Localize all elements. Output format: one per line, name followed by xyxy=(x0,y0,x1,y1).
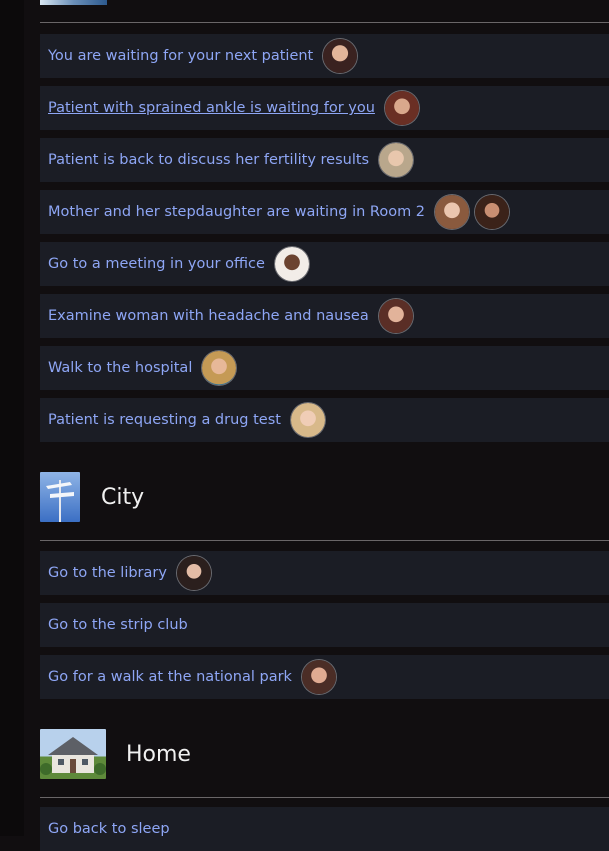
character-avatar xyxy=(290,403,325,437)
section-divider xyxy=(40,22,609,23)
section-divider xyxy=(40,540,609,541)
action-label[interactable]: Go to the strip club xyxy=(48,617,188,633)
section-divider xyxy=(40,797,609,798)
city-thumbnail xyxy=(40,472,80,522)
action-row[interactable]: Patient with sprained ankle is waiting f… xyxy=(40,86,609,130)
character-avatar xyxy=(378,299,413,333)
action-row[interactable]: Examine woman with headache and nausea xyxy=(40,294,609,338)
action-label[interactable]: Patient with sprained ankle is waiting f… xyxy=(48,100,375,116)
left-sidebar-strip xyxy=(0,0,24,836)
section-title: Home xyxy=(126,741,191,767)
action-row[interactable]: Go back to sleep xyxy=(40,807,609,851)
action-row[interactable]: Go for a walk at the national park xyxy=(40,655,609,699)
character-avatar xyxy=(384,91,419,125)
section-header-home: Home xyxy=(40,729,191,779)
character-avatar xyxy=(475,195,510,229)
action-label[interactable]: Go to the library xyxy=(48,565,167,581)
character-avatar xyxy=(274,247,309,281)
character-avatar xyxy=(323,39,358,73)
home-thumbnail xyxy=(40,729,106,779)
action-row[interactable]: Patient is back to discuss her fertility… xyxy=(40,138,609,182)
action-label[interactable]: Go for a walk at the national park xyxy=(48,669,292,685)
action-row[interactable]: Mother and her stepdaughter are waiting … xyxy=(40,190,609,234)
section-header-city: City xyxy=(40,472,144,522)
action-label[interactable]: Patient is requesting a drug test xyxy=(48,412,281,428)
section-title: City xyxy=(101,484,145,510)
action-label[interactable]: Mother and her stepdaughter are waiting … xyxy=(48,204,425,220)
action-row[interactable]: Patient is requesting a drug test xyxy=(40,398,609,442)
action-label[interactable]: Walk to the hospital xyxy=(48,360,192,376)
action-label[interactable]: Patient is back to discuss her fertility… xyxy=(48,152,369,168)
location-list: You are waiting for your next patient Pa… xyxy=(40,0,609,851)
action-row[interactable]: You are waiting for your next patient xyxy=(40,34,609,78)
action-label[interactable]: Examine woman with headache and nausea xyxy=(48,308,369,324)
hospital-thumbnail xyxy=(40,0,107,5)
action-row[interactable]: Go to the strip club xyxy=(40,603,609,647)
action-label[interactable]: Go to a meeting in your office xyxy=(48,256,265,272)
character-avatar xyxy=(301,660,336,694)
character-avatar xyxy=(176,556,211,590)
action-row[interactable]: Go to the library xyxy=(40,551,609,595)
action-row[interactable]: Go to a meeting in your office xyxy=(40,242,609,286)
action-row[interactable]: Walk to the hospital xyxy=(40,346,609,390)
character-avatar xyxy=(435,195,470,229)
action-label[interactable]: You are waiting for your next patient xyxy=(48,48,313,64)
character-avatar xyxy=(379,143,414,177)
character-avatar xyxy=(202,351,237,385)
action-label[interactable]: Go back to sleep xyxy=(48,821,170,837)
